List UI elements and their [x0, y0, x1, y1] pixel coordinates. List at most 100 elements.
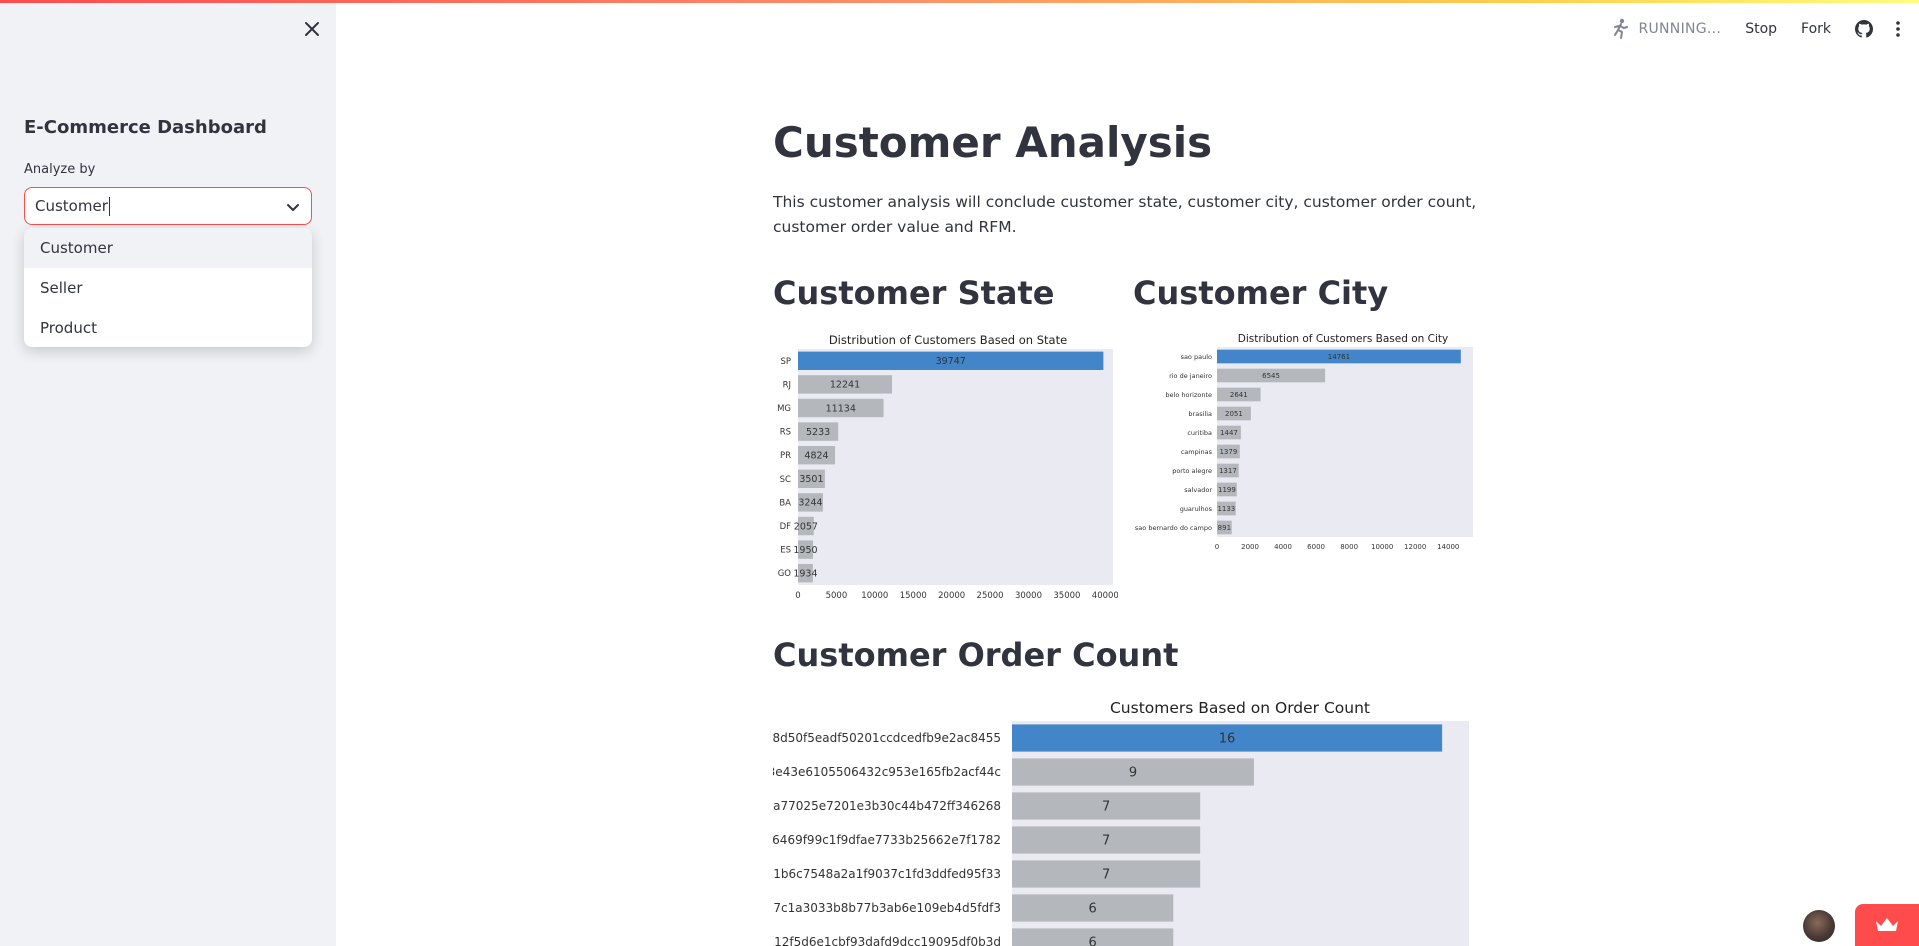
- category-label: 3e43e6105506432c953e165fb2acf44c: [773, 765, 1001, 779]
- value-label: 3501: [799, 474, 823, 485]
- value-label: 2051: [1225, 410, 1243, 418]
- value-label: 14761: [1328, 353, 1350, 361]
- value-label: 7: [1102, 834, 1110, 849]
- tick-label: 25000: [977, 591, 1004, 600]
- city-chart: Distribution of Customers Based on City s…: [1133, 328, 1478, 553]
- user-avatar[interactable]: [1803, 910, 1835, 942]
- value-label: 6: [1089, 936, 1097, 946]
- tick-label: 2000: [1241, 543, 1259, 551]
- sidebar-title: E-Commerce Dashboard: [24, 117, 267, 138]
- tick-label: 30000: [1015, 591, 1042, 600]
- category-label: porto alegre: [1172, 467, 1212, 475]
- category-label: 1b6c7548a2a1f9037c1fd3ddfed95f33: [773, 867, 1001, 881]
- value-label: 7: [1102, 868, 1110, 883]
- category-label: brasilia: [1188, 410, 1212, 418]
- category-label: ES: [780, 546, 791, 556]
- tick-label: 10000: [1371, 543, 1393, 551]
- page-title: Customer Analysis: [773, 118, 1213, 167]
- category-label: campinas: [1181, 448, 1213, 456]
- value-label: 4824: [804, 451, 828, 462]
- value-label: 39747: [936, 356, 966, 367]
- chevron-down-icon[interactable]: [285, 199, 301, 215]
- section-title-state: Customer State: [773, 274, 1055, 312]
- category-label: BA: [779, 498, 791, 508]
- category-label: curitiba: [1187, 429, 1212, 437]
- chart-title: Distribution of Customers Based on City: [1238, 333, 1448, 345]
- analyze-by-label: Analyze by: [24, 162, 96, 177]
- category-label: SC: [780, 475, 791, 485]
- option-customer[interactable]: Customer: [24, 228, 312, 268]
- category-label: guarulhos: [1180, 505, 1213, 513]
- github-icon[interactable]: [1855, 20, 1873, 38]
- value-label: 1447: [1220, 429, 1238, 437]
- value-label: 1950: [793, 545, 817, 556]
- value-label: 16: [1219, 732, 1236, 747]
- tick-label: 40000: [1092, 591, 1118, 600]
- tick-label: 0: [795, 591, 800, 600]
- tick-label: 10000: [861, 591, 888, 600]
- text-caret: [108, 196, 110, 216]
- option-seller[interactable]: Seller: [24, 268, 312, 308]
- category-label: 8d50f5eadf50201ccdcedfb9e2ac8455: [773, 731, 1001, 745]
- category-label: DF: [780, 522, 792, 532]
- tick-label: 15000: [900, 591, 927, 600]
- chart-title: Customers Based on Order Count: [1110, 699, 1370, 717]
- page-description: This customer analysis will conclude cus…: [773, 193, 1477, 236]
- section-title-order-count: Customer Order Count: [773, 636, 1179, 674]
- category-label: SP: [780, 357, 791, 367]
- value-label: 9: [1129, 766, 1137, 781]
- category-label: 47c1a3033b8b77b3ab6e109eb4d5fdf3: [773, 901, 1001, 915]
- streamlit-crown-badge[interactable]: [1855, 904, 1919, 946]
- tick-label: 6000: [1307, 543, 1325, 551]
- category-label: MG: [777, 404, 791, 414]
- value-label: 1199: [1218, 486, 1236, 494]
- running-status: RUNNING...: [1638, 21, 1722, 37]
- tick-label: 0: [1215, 543, 1219, 551]
- tick-label: 20000: [938, 591, 965, 600]
- analyze-by-select[interactable]: Customer: [24, 187, 312, 225]
- category-label: 6469f99c1f9dfae7733b25662e7f1782: [773, 833, 1001, 847]
- value-label: 1934: [793, 569, 817, 580]
- chart-title: Distribution of Customers Based on State: [829, 333, 1067, 347]
- value-label: 12241: [830, 380, 860, 391]
- order-count-chart: Customers Based on Order Count 8d50f5eadf…: [773, 694, 1473, 946]
- select-current-value[interactable]: Customer: [35, 197, 108, 215]
- app-toolbar: RUNNING... Stop Fork: [1608, 14, 1919, 44]
- value-label: 2641: [1230, 391, 1248, 399]
- analyze-by-dropdown: Customer Seller Product: [24, 228, 312, 347]
- category-label: PR: [780, 451, 791, 461]
- category-label: belo horizonte: [1165, 391, 1212, 399]
- category-label: rio de janeiro: [1169, 372, 1212, 380]
- more-vertical-icon[interactable]: [1891, 20, 1905, 38]
- value-label: 2057: [794, 521, 818, 532]
- stop-button[interactable]: Stop: [1745, 21, 1777, 37]
- running-man-icon: [1614, 18, 1629, 39]
- tick-label: 35000: [1053, 591, 1080, 600]
- category-label: RS: [780, 428, 791, 438]
- value-label: 3244: [798, 498, 822, 509]
- option-product[interactable]: Product: [24, 308, 312, 347]
- tick-label: 8000: [1340, 543, 1358, 551]
- category-label: 12f5d6e1cbf93dafd9dcc19095df0b3d: [774, 935, 1001, 946]
- category-label: sao bernardo do campo: [1135, 524, 1212, 532]
- value-label: 891: [1218, 524, 1231, 532]
- category-label: RJ: [783, 380, 791, 390]
- close-sidebar-icon[interactable]: [300, 17, 324, 41]
- sidebar: E-Commerce Dashboard Analyze by Customer…: [0, 0, 336, 946]
- value-label: 7: [1102, 800, 1110, 815]
- value-label: 6545: [1262, 372, 1280, 380]
- tick-label: 5000: [826, 591, 848, 600]
- value-label: 5233: [806, 427, 830, 438]
- tick-label: 12000: [1404, 543, 1426, 551]
- value-label: 11134: [826, 403, 856, 414]
- fork-button[interactable]: Fork: [1801, 21, 1831, 37]
- value-label: 6: [1089, 902, 1097, 917]
- category-label: GO: [778, 569, 792, 579]
- tick-label: 4000: [1274, 543, 1292, 551]
- top-decoration-line: [0, 0, 1919, 3]
- category-label: salvador: [1184, 486, 1212, 494]
- value-label: 1317: [1219, 467, 1237, 475]
- state-chart: Distribution of Customers Based on State…: [773, 330, 1118, 600]
- category-label: ca77025e7201e3b30c44b472ff346268: [773, 799, 1001, 813]
- category-label: sao paulo: [1181, 353, 1212, 361]
